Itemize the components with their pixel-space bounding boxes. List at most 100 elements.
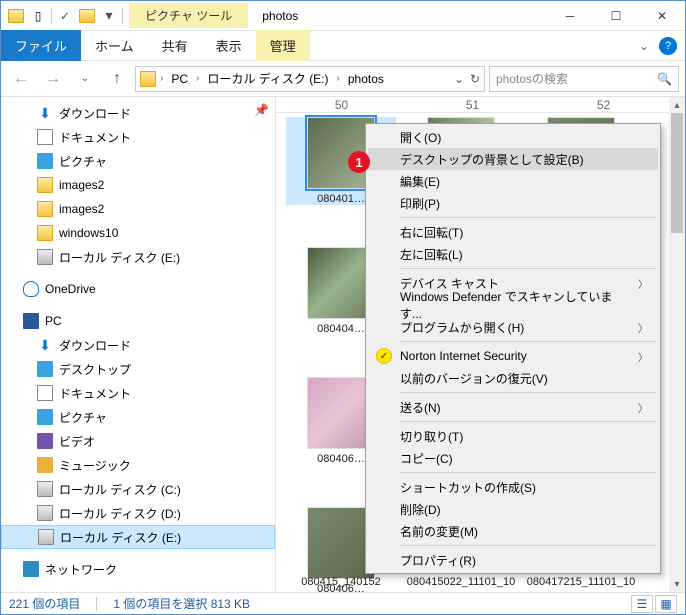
maximize-button[interactable]: ☐ [593,1,639,31]
picture-icon [37,153,53,169]
tab-view[interactable]: 表示 [202,30,256,61]
ctx-rotate-right[interactable]: 右に回転(T) [368,221,658,243]
ctx-rotate-left[interactable]: 左に回転(L) [368,243,658,265]
nav-onedrive[interactable]: OneDrive [1,277,275,301]
nav-pc-drive-e[interactable]: ローカル ディスク (E:) [1,525,275,549]
drive-icon [37,481,53,497]
ctx-defender-scan[interactable]: Windows Defender でスキャンしています... [368,294,658,316]
qat-check-icon[interactable]: ✓ [56,7,74,25]
ctx-print[interactable]: 印刷(P) [368,192,658,214]
status-selection: 1 個の項目を選択 813 KB [113,595,250,612]
cloud-icon [23,281,39,297]
thumb-label: 080415022_11101_10 [406,576,516,588]
view-details-button[interactable]: ☰ [631,595,653,613]
nav-images2-a[interactable]: images2 [1,173,275,197]
ctx-prev-versions[interactable]: 以前のバージョンの復元(V) [368,367,658,389]
nav-pc-documents[interactable]: ドキュメント [1,381,275,405]
ruler-mark: 52 [597,98,610,112]
ctx-properties[interactable]: プロパティ(R) [368,549,658,571]
tab-share[interactable]: 共有 [148,30,202,61]
nav-images2-b[interactable]: images2 [1,197,275,221]
nav-recent-dropdown[interactable]: ⌄ [71,65,99,93]
ctx-copy[interactable]: コピー(C) [368,447,658,469]
nav-pc-downloads[interactable]: ⬇ダウンロード [1,333,275,357]
nav-forward-button[interactable]: → [39,65,67,93]
minimize-button[interactable]: ─ [547,1,593,31]
document-icon [37,129,53,145]
scroll-up-icon[interactable]: ▴ [669,97,685,113]
nav-back-button[interactable]: ← [7,65,35,93]
nav-network[interactable]: ネットワーク [1,557,275,581]
view-thumbs-button[interactable]: ▦ [655,595,677,613]
submenu-arrow-icon: 〉 [638,349,648,364]
ctx-rename[interactable]: 名前の変更(M) [368,520,658,542]
nav-pc-drive-d[interactable]: ローカル ディスク (D:) [1,501,275,525]
address-folder-icon [140,71,156,87]
search-placeholder: photosの検索 [496,70,568,87]
desktop-icon [37,361,53,377]
ctx-separator [400,392,656,393]
nav-pc-pictures[interactable]: ピクチャ [1,405,275,429]
nav-downloads[interactable]: ⬇ダウンロード [1,101,275,125]
drive-icon [38,529,54,545]
ctx-separator [400,341,656,342]
nav-pc[interactable]: PC [1,309,275,333]
pin-icon[interactable]: 📌 [254,103,269,117]
nav-up-button[interactable]: ↑ [103,65,131,93]
help-icon[interactable]: ? [659,37,677,55]
pc-icon [23,313,39,329]
window-controls: ─ ☐ ✕ [547,1,685,31]
column-ruler: 50 51 52 [276,97,669,113]
nav-pc-music[interactable]: ミュージック [1,453,275,477]
qat-properties-icon[interactable]: ▯ [29,7,47,25]
ctx-open[interactable]: 開く(O) [368,126,658,148]
ctx-create-shortcut[interactable]: ショートカットの作成(S) [368,476,658,498]
navigation-pane[interactable]: 📌 ⬇ダウンロード ドキュメント ピクチャ images2 images2 wi… [1,97,276,592]
scroll-down-icon[interactable]: ▾ [669,576,685,592]
norton-icon: ✓ [376,348,392,364]
status-bar: 221 個の項目 1 個の項目を選択 813 KB ☰ ▦ [1,592,685,614]
thumb-label: 080417215_11101_10 [526,576,636,588]
ctx-delete[interactable]: 削除(D) [368,498,658,520]
file-thumb[interactable]: 080415022_11101_10 84 [406,572,516,592]
scrollbar-thumb[interactable] [671,113,683,233]
address-seg-folder[interactable]: photos [344,72,388,86]
file-thumb[interactable]: 080417215_11101_10 28 [526,572,636,592]
nav-drive-e-quick[interactable]: ローカル ディスク (E:) [1,245,275,269]
context-menu: 開く(O) デスクトップの背景として設定(B) 編集(E) 印刷(P) 右に回転… [365,123,661,574]
tab-manage[interactable]: 管理 [256,30,310,61]
ctx-set-desktop-bg[interactable]: デスクトップの背景として設定(B) [368,148,658,170]
ctx-open-with[interactable]: プログラムから開く(H)〉 [368,316,658,338]
nav-pictures[interactable]: ピクチャ [1,149,275,173]
drive-icon [37,249,53,265]
ribbon-expand-icon[interactable]: ⌄ [639,39,649,53]
address-seg-pc[interactable]: PC [167,72,192,86]
nav-pc-drive-c[interactable]: ローカル ディスク (C:) [1,477,275,501]
nav-pc-desktop[interactable]: デスクトップ [1,357,275,381]
ctx-cut[interactable]: 切り取り(T) [368,425,658,447]
search-input[interactable]: photosの検索 🔍 [489,66,679,92]
address-dropdown-icon[interactable]: ⌄ [454,72,464,86]
refresh-icon[interactable]: ↻ [470,72,480,86]
tab-file[interactable]: ファイル [1,30,81,61]
chevron-right-icon[interactable]: › [335,73,342,84]
ruler-mark: 51 [466,98,479,112]
address-bar[interactable]: › PC › ローカル ディスク (E:) › photos ⌄ ↻ [135,66,485,92]
search-icon[interactable]: 🔍 [657,72,672,86]
nav-windows10[interactable]: windows10 [1,221,275,245]
nav-documents[interactable]: ドキュメント [1,125,275,149]
close-button[interactable]: ✕ [639,1,685,31]
chevron-right-icon[interactable]: › [194,73,201,84]
tab-home[interactable]: ホーム [81,30,148,61]
chevron-right-icon[interactable]: › [158,73,165,84]
ctx-norton[interactable]: ✓Norton Internet Security〉 [368,345,658,367]
vertical-scrollbar[interactable]: ▴ ▾ [669,97,685,592]
ctx-send-to[interactable]: 送る(N)〉 [368,396,658,418]
qat-dropdown-icon[interactable]: ▾ [100,7,118,25]
picture-icon [37,409,53,425]
address-seg-drive[interactable]: ローカル ディスク (E:) [203,70,332,87]
file-thumb[interactable]: 080415_140152 58 [286,572,396,592]
ctx-edit[interactable]: 編集(E) [368,170,658,192]
network-icon [23,561,39,577]
nav-pc-videos[interactable]: ビデオ [1,429,275,453]
